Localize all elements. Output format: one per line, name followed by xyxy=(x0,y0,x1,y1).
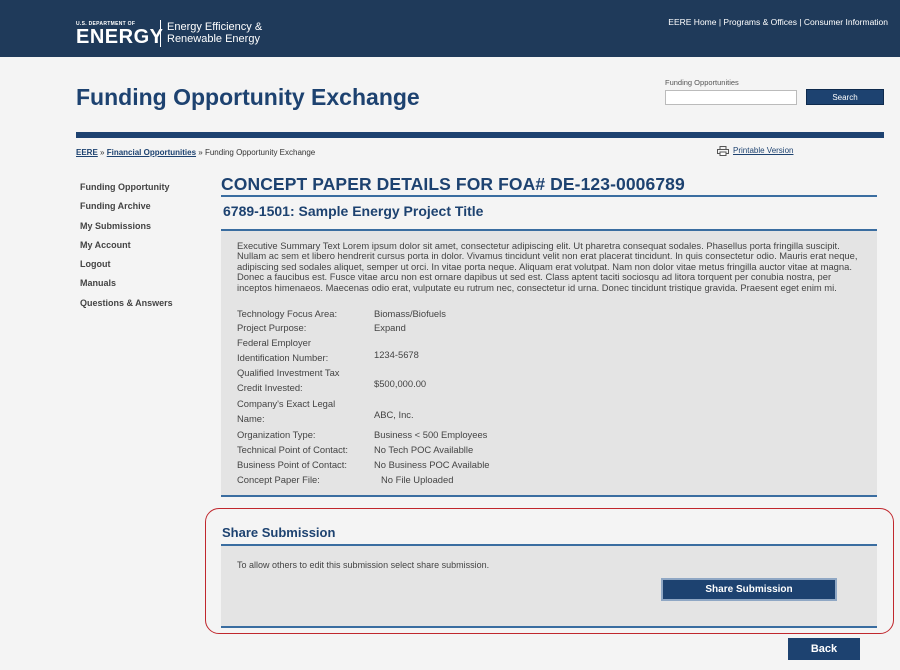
sidebar-item-funding-archive[interactable]: Funding Archive xyxy=(80,200,200,219)
field-label-line: Identification Number: xyxy=(237,351,329,363)
field-label: Technology Focus Area: xyxy=(237,308,338,319)
sidebar-item-manuals[interactable]: Manuals xyxy=(80,277,200,296)
sidebar-item-funding-opportunity[interactable]: Funding Opportunity xyxy=(80,181,200,200)
logo-divider xyxy=(160,20,161,47)
doe-logo[interactable]: U.S. DEPARTMENT OF ENERGY xyxy=(76,21,163,48)
field-label: Concept Paper File: xyxy=(237,474,320,485)
field-value: No Tech POC Availablle xyxy=(374,444,474,455)
field-value: Business < 500 Employees xyxy=(374,429,488,440)
field-label: Federal Employer Identification Number: xyxy=(237,337,328,363)
details-panel: Executive Summary Text Lorem ipsum dolor… xyxy=(221,229,877,497)
field-label: Business Point of Contact: xyxy=(237,459,347,470)
app-title: Funding Opportunity Exchange xyxy=(76,84,420,110)
field-value: ABC, Inc. xyxy=(374,409,414,420)
highlight-outline xyxy=(205,508,894,634)
project-title: 6789-1501: Sample Energy Project Title xyxy=(223,203,484,219)
field-value: Biomass/Biofuels xyxy=(374,308,446,319)
field-value: $500,000.00 xyxy=(374,378,427,389)
field-value: No Business POC Available xyxy=(374,459,490,470)
office-name: Energy Efficiency & Renewable Energy xyxy=(167,21,262,45)
search-button[interactable]: Search xyxy=(806,89,884,105)
field-label-line: Credit Invested: xyxy=(237,381,303,393)
office-name-line2: Renewable Energy xyxy=(167,33,260,45)
search-input[interactable] xyxy=(665,90,797,105)
breadcrumb-current: Funding Opportunity Exchange xyxy=(204,148,316,157)
top-bar: U.S. DEPARTMENT OF ENERGY Energy Efficie… xyxy=(0,0,900,57)
field-label: Qualified Investment Tax Credit Invested… xyxy=(237,367,339,393)
printer-icon xyxy=(717,146,729,156)
sidebar-item-my-submissions[interactable]: My Submissions xyxy=(80,220,200,239)
doe-logo-text: ENERGY xyxy=(76,26,164,48)
breadcrumb-separator: » xyxy=(196,148,205,157)
printable-version-label: Printable Version xyxy=(733,146,794,156)
field-label: Project Purpose: xyxy=(237,322,307,333)
link-eere-home[interactable]: EERE Home xyxy=(668,17,716,27)
top-links: EERE Home | Programs & Offices | Consume… xyxy=(668,17,888,27)
field-label-line: Qualified Investment Tax xyxy=(237,367,340,378)
field-label: Technical Point of Contact: xyxy=(237,444,348,455)
field-label-line: Name: xyxy=(237,412,265,424)
breadcrumb-separator: » xyxy=(97,148,107,157)
office-name-line1: Energy Efficiency & xyxy=(167,21,263,33)
field-label-line: Federal Employer xyxy=(237,337,311,348)
field-value: Expand xyxy=(374,322,406,333)
link-programs-offices[interactable]: Programs & Offices xyxy=(723,17,797,27)
title-rule xyxy=(221,195,877,197)
sidebar-item-questions-answers[interactable]: Questions & Answers xyxy=(80,297,200,316)
executive-summary: Executive Summary Text Lorem ipsum dolor… xyxy=(237,240,858,293)
field-label: Company's Exact Legal Name: xyxy=(237,398,335,424)
field-value: 1234-5678 xyxy=(374,349,419,360)
breadcrumb: EERE » Financial Opportunities » Funding… xyxy=(76,148,315,157)
top-link-separator: | xyxy=(796,17,804,27)
field-value: No File Uploaded xyxy=(381,474,454,485)
page-title: CONCEPT PAPER DETAILS FOR FOA# DE-123-00… xyxy=(221,174,685,194)
breadcrumb-eere[interactable]: EERE xyxy=(76,148,98,157)
search-label: Funding Opportunities xyxy=(665,78,739,87)
sidebar-item-my-account[interactable]: My Account xyxy=(80,239,200,258)
breadcrumb-financial-opportunities[interactable]: Financial Opportunities xyxy=(107,148,196,157)
field-label-line: Company's Exact Legal xyxy=(237,398,336,409)
printable-version-link[interactable]: Printable Version xyxy=(717,146,793,156)
sidebar: Funding Opportunity Funding Archive My S… xyxy=(80,181,200,316)
back-button[interactable]: Back xyxy=(788,638,860,660)
header-rule xyxy=(76,132,884,138)
link-consumer-information[interactable]: Consumer Information xyxy=(804,17,888,27)
sidebar-item-logout[interactable]: Logout xyxy=(80,258,200,277)
field-label: Organization Type: xyxy=(237,429,316,440)
